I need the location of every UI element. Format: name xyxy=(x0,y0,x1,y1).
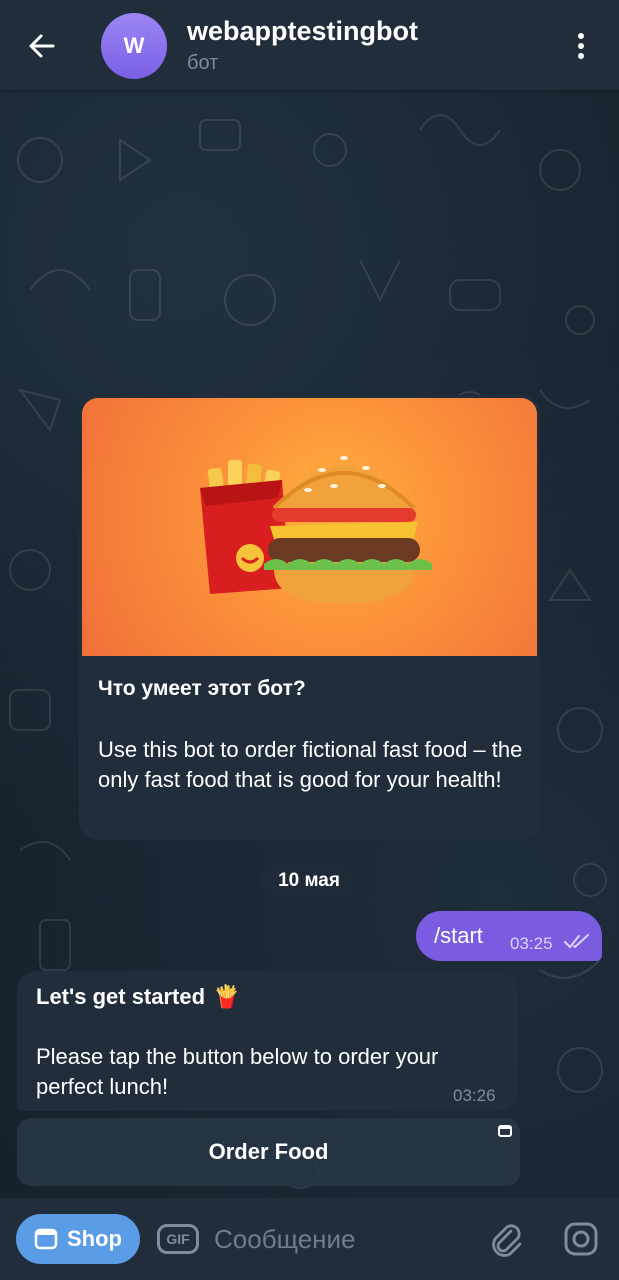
intro-body: Use this bot to order fictional fast foo… xyxy=(98,737,523,792)
chat-subtitle: бот xyxy=(187,52,219,74)
intro-heading: Что умеет этот бот? xyxy=(98,677,306,700)
webapp-window-icon xyxy=(498,1125,512,1137)
paperclip-icon xyxy=(492,1224,522,1257)
chat-title[interactable]: webapptestingbot xyxy=(187,16,418,47)
order-food-label: Order Food xyxy=(208,1139,329,1164)
outgoing-message[interactable]: /start 03:25 xyxy=(416,911,602,961)
message-text: Please tap the button below to order you… xyxy=(36,1044,439,1099)
window-icon xyxy=(34,1228,58,1250)
order-food-button[interactable]: Order Food xyxy=(17,1118,520,1186)
attach-button[interactable] xyxy=(486,1218,526,1260)
double-check-icon xyxy=(564,934,589,949)
bot-intro-card: Что умеет этот бот? Use this bot to orde… xyxy=(79,395,540,840)
date-divider: 10 мая xyxy=(261,864,357,898)
instagram-camera-icon xyxy=(564,1222,598,1256)
burger-fries-icon xyxy=(200,456,432,603)
more-options-button[interactable] xyxy=(564,26,598,66)
shop-label: Shop xyxy=(67,1226,122,1251)
message-time: 03:26 xyxy=(453,1086,496,1105)
message-heading: Let's get started 🍟 xyxy=(36,984,240,1010)
telegram-chat-screen: W webapptestingbot бот Что умеет этот бо… xyxy=(0,0,619,1280)
message-time: 03:25 xyxy=(510,934,553,953)
message-text: /start xyxy=(434,923,483,948)
camera-button[interactable] xyxy=(561,1218,601,1260)
message-input-bar: Shop GIF xyxy=(0,1198,619,1280)
arrow-left-icon xyxy=(29,34,55,58)
message-heading-text: Let's get started xyxy=(36,984,206,1009)
back-button[interactable] xyxy=(20,24,64,68)
more-vertical-icon xyxy=(578,33,584,59)
fries-emoji: 🍟 xyxy=(213,984,241,1009)
gif-button[interactable]: GIF xyxy=(157,1224,199,1254)
chat-header: W webapptestingbot бот xyxy=(0,0,619,90)
bot-intro-image xyxy=(82,398,537,656)
shop-menu-button[interactable]: Shop xyxy=(16,1214,140,1264)
bot-avatar[interactable]: W xyxy=(101,13,167,79)
message-input[interactable] xyxy=(214,1218,474,1260)
incoming-message[interactable]: Let's get started 🍟 Please tap the butto… xyxy=(17,971,518,1111)
gif-icon: GIF xyxy=(166,1231,190,1247)
